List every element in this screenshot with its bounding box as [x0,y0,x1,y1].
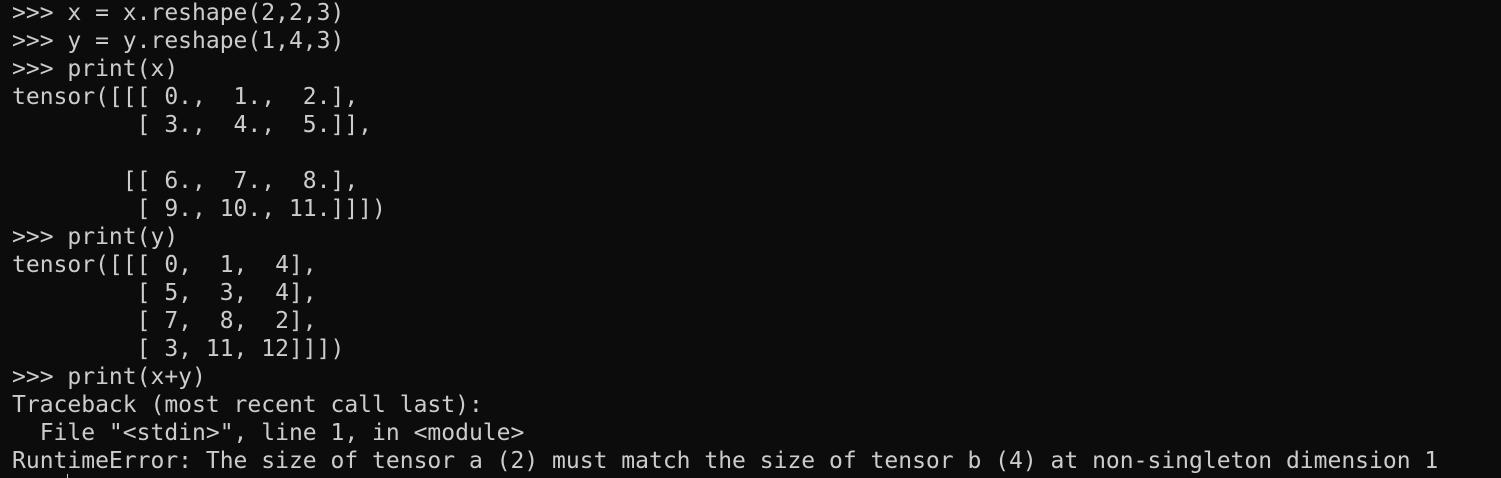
output-line: tensor([[[ 0, 1, 4], [12,252,317,278]
terminal-output[interactable]: >>> x = x.reshape(2,2,3) >>> y = y.resha… [0,0,1501,478]
traceback-frame: File "<stdin>", line 1, in <module> [12,420,525,446]
output-line: [ 3., 4., 5.]], [12,112,373,138]
output-line: [ 3, 11, 12]]]) [12,336,345,362]
text-cursor [67,474,68,478]
prompt-line-reshape-y: >>> y = y.reshape(1,4,3) [12,28,345,54]
prompt-line-print-y: >>> print(y) [12,224,179,250]
prompt-line-print-sum: >>> print(x+y) [12,364,206,390]
error-message: RuntimeError: The size of tensor a (2) m… [12,448,1439,474]
prompt-line-print-x: >>> print(x) [12,56,179,82]
output-line: [ 9., 10., 11.]]]) [12,196,386,222]
output-line: [ 5, 3, 4], [12,280,317,306]
output-line: tensor([[[ 0., 1., 2.], [12,84,359,110]
prompt-line-reshape-x: >>> x = x.reshape(2,2,3) [12,0,345,26]
traceback-header: Traceback (most recent call last): [12,392,483,418]
output-line: [[ 6., 7., 8.], [12,168,359,194]
output-line: [ 7, 8, 2], [12,308,317,334]
